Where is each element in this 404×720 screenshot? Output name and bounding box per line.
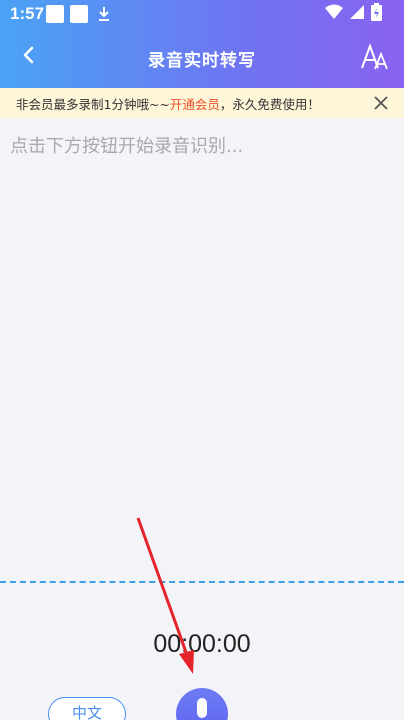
page-title: 录音实时转写 (148, 51, 256, 71)
status-bar: 1:57 (0, 0, 404, 30)
status-indicators (325, 3, 382, 25)
record-button[interactable] (176, 688, 228, 720)
signal-icon (349, 4, 365, 24)
transcript-placeholder: 点击下方按钮开始录音识别... (10, 136, 244, 157)
close-icon (372, 96, 390, 116)
notification-icon-2 (70, 5, 88, 23)
status-time: 1:57 (10, 4, 45, 23)
wifi-icon (325, 4, 343, 24)
notice-text: 非会员最多录制1分钟哦~~开通会员，永久免费使用！ (16, 94, 320, 113)
recording-timer: 00:00:00 (153, 630, 251, 658)
font-size-icon (360, 43, 390, 76)
notice-text-before: 非会员最多录制1分钟哦~~ (16, 97, 170, 112)
open-membership-link[interactable]: 开通会员 (170, 97, 220, 112)
member-notice-banner: 非会员最多录制1分钟哦~~开通会员，永久免费使用！ (0, 88, 404, 118)
download-icon (96, 5, 112, 23)
transcript-area: 点击下方按钮开始录音识别... (0, 118, 404, 582)
battery-icon (371, 3, 382, 25)
app-bar: 录音实时转写 (0, 30, 404, 88)
notice-close-button[interactable] (372, 94, 390, 112)
notification-icon (46, 5, 64, 23)
language-select-button[interactable]: 中文 (48, 697, 126, 720)
audio-waveform-line (0, 581, 404, 583)
notice-text-after: ，永久免费使用！ (219, 97, 320, 112)
microphone-icon (192, 698, 212, 720)
font-size-button[interactable] (360, 42, 390, 72)
